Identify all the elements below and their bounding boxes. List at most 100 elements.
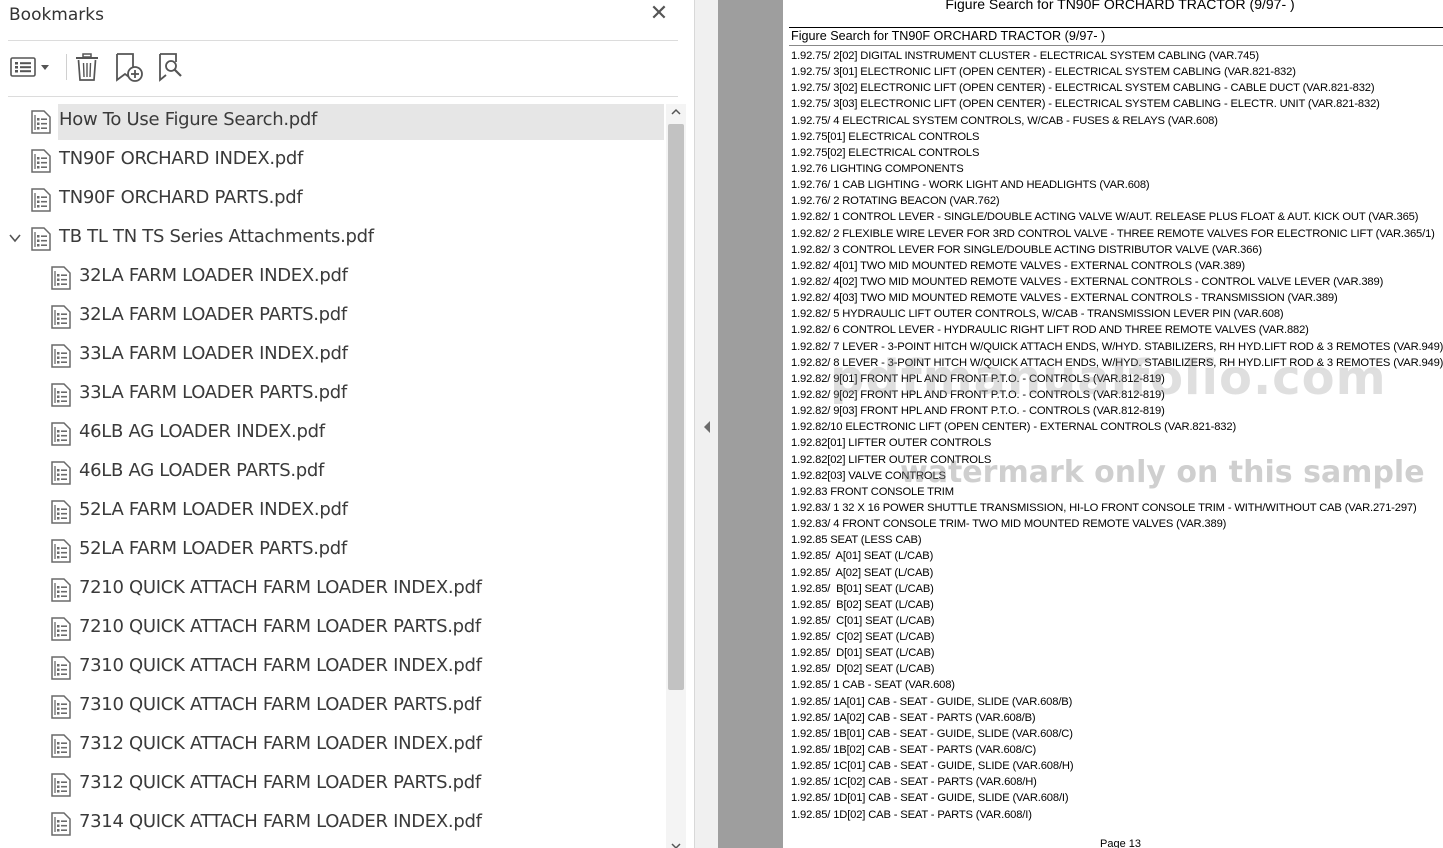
- bookmark-item[interactable]: 7210 QUICK ATTACH FARM LOADER PARTS.pdf: [8, 609, 666, 645]
- figure-entry: 1.92.82/ 7 LEVER - 3-POINT HITCH W/QUICK…: [791, 340, 1443, 353]
- new-bookmark-button[interactable]: [111, 50, 145, 84]
- figure-entry: 1.92.82/ 8 LEVER - 3-POINT HITCH W/QUICK…: [791, 356, 1443, 369]
- figure-entry: 1.92.85/ 1D[01] CAB - SEAT - GUIDE, SLID…: [791, 792, 1069, 805]
- bookmark-file-icon: [30, 149, 52, 173]
- bookmark-file-icon: [30, 110, 52, 134]
- figure-entry: 1.92.82/ 9[03] FRONT HPL AND FRONT P.T.O…: [791, 405, 1165, 418]
- table-title-rule: [789, 45, 1443, 46]
- bookmark-label: 7310 QUICK ATTACH FARM LOADER INDEX.pdf: [79, 655, 482, 676]
- chevron-down-icon[interactable]: [8, 231, 22, 245]
- divider: [8, 40, 678, 41]
- figure-entry: 1.92.75/ 3[03] ELECTRONIC LIFT (OPEN CEN…: [791, 98, 1380, 111]
- close-icon[interactable]: ✕: [648, 3, 670, 25]
- find-bookmark-button[interactable]: [154, 50, 188, 84]
- list-options-button[interactable]: [8, 50, 52, 84]
- figure-entry: 1.92.85/ A[02] SEAT (L/CAB): [791, 566, 934, 579]
- scrollbar-thumb[interactable]: [668, 124, 684, 690]
- bookmark-item[interactable]: 7310 QUICK ATTACH FARM LOADER INDEX.pdf: [8, 648, 666, 684]
- scroll-down-arrow-icon[interactable]: [670, 840, 682, 848]
- figure-entry: 1.92.75/ 3[01] ELECTRONIC LIFT (OPEN CEN…: [791, 66, 1296, 79]
- figure-entry: 1.92.85/ 1C[01] CAB - SEAT - GUIDE, SLID…: [791, 760, 1074, 773]
- bookmark-label: 32LA FARM LOADER INDEX.pdf: [79, 265, 348, 286]
- figure-entry: 1.92.82/ 3 CONTROL LEVER FOR SINGLE/DOUB…: [791, 243, 1262, 256]
- bookmark-item[interactable]: 52LA FARM LOADER PARTS.pdf: [8, 531, 666, 567]
- bookmark-label: TN90F ORCHARD PARTS.pdf: [59, 187, 303, 208]
- panel-splitter[interactable]: [694, 0, 718, 848]
- bookmark-tree: How To Use Figure Search.pdf TN90F ORCHAR…: [8, 102, 666, 848]
- bookmark-file-icon: [50, 617, 72, 641]
- bookmark-item[interactable]: How To Use Figure Search.pdf: [8, 102, 666, 140]
- list-options-icon: [10, 57, 49, 77]
- figure-entry: 1.92.85/ D[01] SEAT (L/CAB): [791, 647, 935, 660]
- figure-entry: 1.92.75[02] ELECTRICAL CONTROLS: [791, 146, 980, 159]
- bookmark-label: 7310 QUICK ATTACH FARM LOADER PARTS.pdf: [79, 694, 481, 715]
- bookmarks-toolbar: [8, 50, 208, 86]
- bookmark-file-icon: [50, 344, 72, 368]
- figure-entry: 1.92.82/ 4[02] TWO MID MOUNTED REMOTE VA…: [791, 275, 1384, 288]
- find-bookmark-icon: [159, 53, 182, 82]
- collapse-panel-arrow-icon[interactable]: [702, 420, 712, 434]
- delete-bookmark-button[interactable]: [70, 50, 104, 84]
- bookmark-file-icon: [50, 695, 72, 719]
- figure-entry: 1.92.76 LIGHTING COMPONENTS: [791, 162, 964, 175]
- figure-entry: 1.92.82/ 9[02] FRONT HPL AND FRONT P.T.O…: [791, 388, 1165, 401]
- bookmark-item[interactable]: 46LB AG LOADER PARTS.pdf: [8, 453, 666, 489]
- bookmark-file-icon: [50, 734, 72, 758]
- divider: [8, 96, 678, 97]
- figure-entry: 1.92.82[03] VALVE CONTROLS: [791, 469, 946, 482]
- figure-entry: 1.92.82/ 2 FLEXIBLE WIRE LEVER FOR 3RD C…: [791, 227, 1435, 240]
- figure-entry: 1.92.75/ 2[02] DIGITAL INSTRUMENT CLUSTE…: [791, 50, 1259, 62]
- table-title: Figure Search for TN90F ORCHARD TRACTOR …: [791, 29, 1106, 43]
- figure-entry: 1.92.85/ 1A[02] CAB - SEAT - PARTS (VAR.…: [791, 711, 1036, 724]
- bookmark-item[interactable]: 52LA FARM LOADER INDEX.pdf: [8, 492, 666, 528]
- figure-entry: 1.92.82/ 9[01] FRONT HPL AND FRONT P.T.O…: [791, 372, 1165, 385]
- figure-entry: 1.92.85/ 1 CAB - SEAT (VAR.608): [791, 679, 955, 692]
- figure-entry: 1.92.83/ 4 FRONT CONSOLE TRIM- TWO MID M…: [791, 518, 1227, 531]
- bookmark-item[interactable]: 7312 QUICK ATTACH FARM LOADER PARTS.pdf: [8, 765, 666, 801]
- bookmark-item[interactable]: 7310 QUICK ATTACH FARM LOADER PARTS.pdf: [8, 687, 666, 723]
- bookmark-file-icon: [30, 227, 52, 251]
- bookmark-item[interactable]: TN90F ORCHARD INDEX.pdf: [8, 141, 666, 177]
- trash-icon: [76, 53, 98, 81]
- bookmark-item[interactable]: 32LA FARM LOADER INDEX.pdf: [8, 258, 666, 294]
- figure-entry: 1.92.83/ 1 32 X 16 POWER SHUTTLE TRANSMI…: [791, 501, 1417, 514]
- bookmark-item[interactable]: 7312 QUICK ATTACH FARM LOADER INDEX.pdf: [8, 726, 666, 762]
- toolbar-separator: [66, 54, 67, 80]
- page-number: Page 13: [1100, 838, 1141, 848]
- bookmark-file-icon: [50, 773, 72, 797]
- bookmark-item[interactable]: 46LB AG LOADER INDEX.pdf: [8, 414, 666, 450]
- figure-entry: 1.92.85/ 1A[01] CAB - SEAT - GUIDE, SLID…: [791, 695, 1073, 708]
- figure-entry: 1.92.82/ 4[03] TWO MID MOUNTED REMOTE VA…: [791, 292, 1338, 305]
- bookmark-file-icon: [30, 188, 52, 212]
- figure-entry: 1.92.85/ D[02] SEAT (L/CAB): [791, 663, 935, 676]
- figure-entry: 1.92.75/ 3[02] ELECTRONIC LIFT (OPEN CEN…: [791, 82, 1375, 95]
- bookmark-item[interactable]: 33LA FARM LOADER INDEX.pdf: [8, 336, 666, 372]
- add-bookmark-icon: [116, 53, 143, 82]
- figure-entry: 1.92.82/ 1 CONTROL LEVER - SINGLE/DOUBLE…: [791, 211, 1419, 224]
- bookmark-item[interactable]: 7210 QUICK ATTACH FARM LOADER INDEX.pdf: [8, 570, 666, 606]
- figure-entry: 1.92.85/ 1C[02] CAB - SEAT - PARTS (VAR.…: [791, 776, 1037, 789]
- figure-list: 1.92.75/ 2[02] DIGITAL INSTRUMENT CLUSTE…: [791, 48, 1443, 823]
- figure-entry: 1.92.82/10 ELECTRONIC LIFT (OPEN CENTER)…: [791, 421, 1237, 434]
- figure-entry: 1.92.85/ 1B[01] CAB - SEAT - GUIDE, SLID…: [791, 727, 1073, 740]
- figure-entry: 1.92.85/ C[02] SEAT (L/CAB): [791, 631, 935, 644]
- bookmark-item[interactable]: 33LA FARM LOADER PARTS.pdf: [8, 375, 666, 411]
- figure-entry: 1.92.76/ 1 CAB LIGHTING - WORK LIGHT AND…: [791, 179, 1150, 192]
- figure-entry: 1.92.85/ C[01] SEAT (L/CAB): [791, 614, 935, 627]
- bookmark-label: 7312 QUICK ATTACH FARM LOADER INDEX.pdf: [79, 733, 482, 754]
- bookmark-item[interactable]: TB TL TN TS Series Attachments.pdf: [8, 219, 666, 255]
- bookmark-item[interactable]: 32LA FARM LOADER PARTS.pdf: [8, 297, 666, 333]
- bookmark-label: 7210 QUICK ATTACH FARM LOADER INDEX.pdf: [79, 577, 482, 598]
- bookmark-label: 7314 QUICK ATTACH FARM LOADER INDEX.pdf: [79, 811, 482, 832]
- bookmark-label: TN90F ORCHARD INDEX.pdf: [59, 148, 304, 169]
- header-rule: [789, 27, 1443, 28]
- figure-entry: 1.92.82/ 4[01] TWO MID MOUNTED REMOTE VA…: [791, 259, 1245, 272]
- bookmark-file-icon: [50, 383, 72, 407]
- bookmark-item[interactable]: 7314 QUICK ATTACH FARM LOADER INDEX.pdf: [8, 804, 666, 840]
- bookmark-label: 32LA FARM LOADER PARTS.pdf: [79, 304, 347, 325]
- bookmark-item[interactable]: TN90F ORCHARD PARTS.pdf: [8, 180, 666, 216]
- bookmark-label: 46LB AG LOADER PARTS.pdf: [79, 460, 325, 481]
- scroll-up-arrow-icon[interactable]: [670, 106, 682, 118]
- bookmarks-scrollbar[interactable]: [666, 104, 686, 848]
- bookmark-file-icon: [50, 266, 72, 290]
